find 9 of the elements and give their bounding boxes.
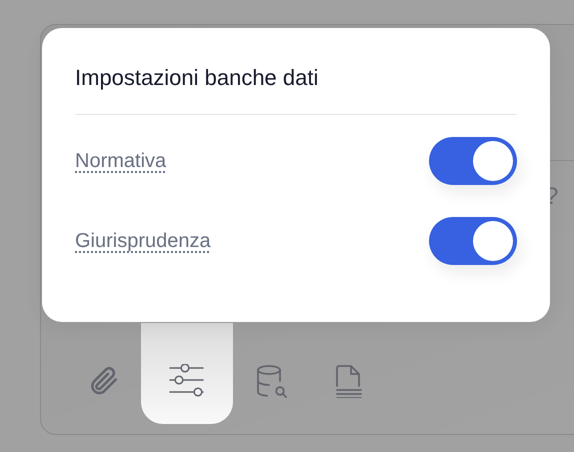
sliders-icon [169, 364, 205, 398]
toolbar-button[interactable] [141, 323, 233, 424]
option-label: Giurisprudenza [75, 230, 211, 252]
toggle-switch[interactable] [429, 137, 517, 185]
document-icon [334, 364, 362, 398]
toggle-switch[interactable] [429, 217, 517, 265]
popover-title: Impostazioni banche dati [75, 64, 320, 92]
database-search-icon [254, 364, 288, 398]
option-label: Normativa [75, 150, 166, 172]
